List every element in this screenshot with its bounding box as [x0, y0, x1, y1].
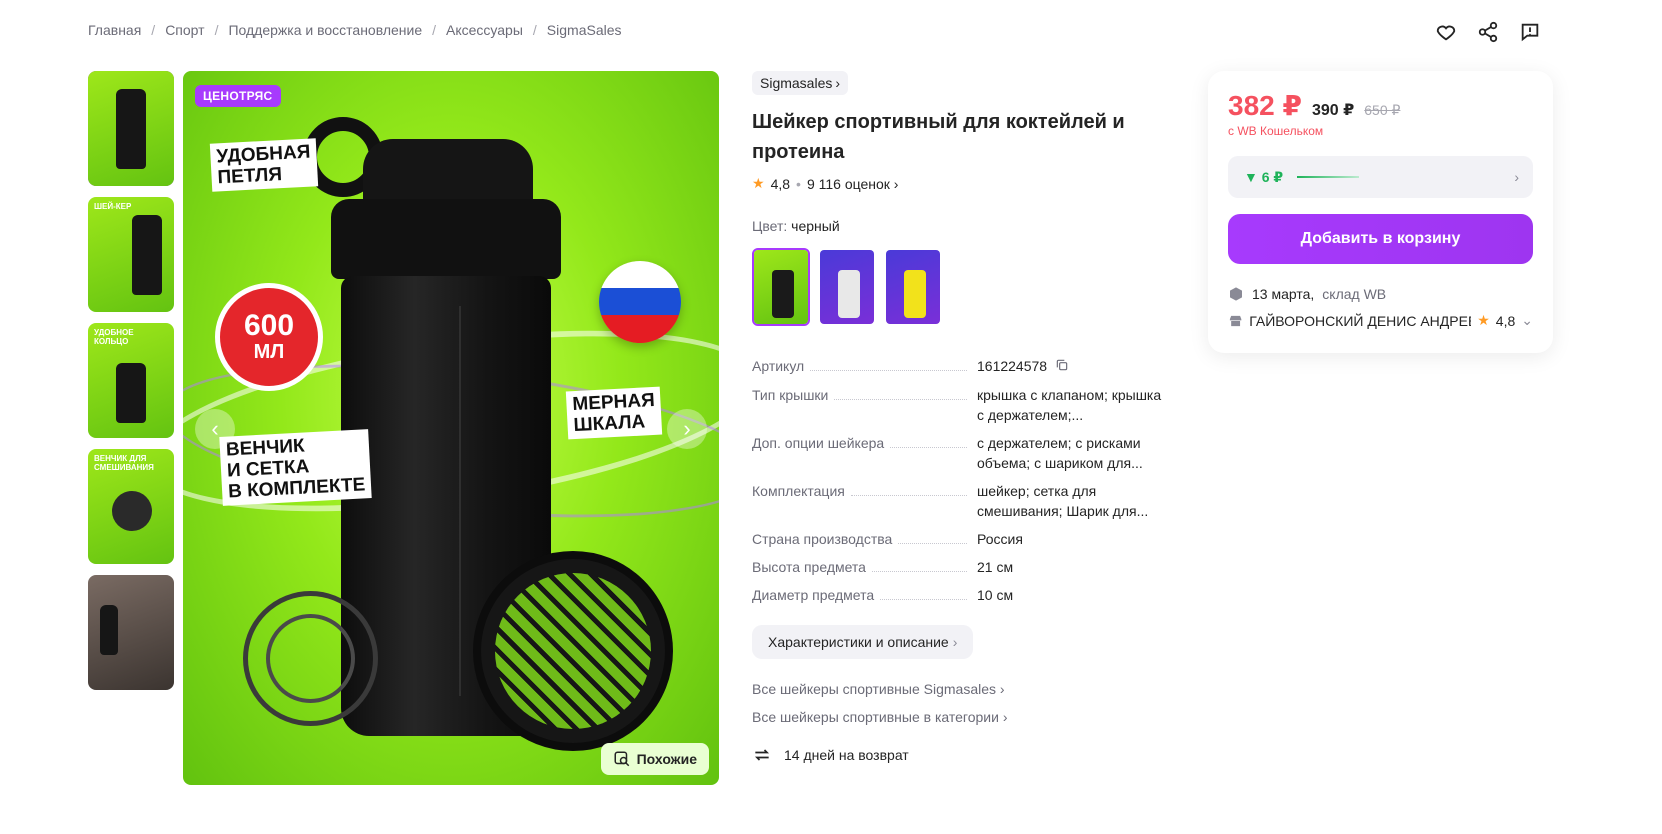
share-icon[interactable]: [1476, 20, 1500, 44]
price-card: 382 ₽ 390 ₽ 650 ₽ с WB Кошельком ▼ 6 ₽ ›…: [1208, 71, 1553, 353]
thumbnail[interactable]: ШЕЙ-КЕР: [88, 197, 174, 312]
similar-button[interactable]: Похожие: [600, 743, 709, 775]
breadcrumb-item-accessories[interactable]: Аксессуары: [446, 22, 523, 38]
box-icon: [1230, 287, 1242, 301]
wallet-note: с WB Кошельком: [1228, 124, 1324, 138]
volume-badge: 600 МЛ: [215, 283, 323, 391]
product-info: Sigmasales › Шейкер спортивный для коктей…: [752, 71, 1172, 765]
thumbnail[interactable]: УДОБНОЕ КОЛЬЦО: [88, 323, 174, 438]
chevron-right-icon: ›: [952, 634, 958, 651]
brand-all-link[interactable]: Все шейкеры спортивные Sigmasales ›: [752, 681, 1172, 697]
rating-row: ★ 4,8 • 9 116 оценок ›: [752, 175, 899, 192]
return-arrows-icon: [754, 749, 770, 761]
copy-icon[interactable]: [1055, 357, 1069, 377]
chevron-right-icon: ›: [1514, 169, 1519, 185]
spec-row: Страна производства Россия: [752, 529, 1023, 550]
article-number: 161224578: [977, 358, 1048, 374]
spec-row: Артикул 161224578: [752, 356, 1172, 377]
thumbnail-list: ШЕЙ-КЕР УДОБНОЕ КОЛЬЦО ВЕНЧИК ДЛЯ СМЕШИВ…: [88, 71, 174, 690]
breadcrumb-separator: /: [432, 22, 437, 38]
star-icon: ★: [752, 175, 765, 191]
spec-row: Диаметр предмета 10 см: [752, 585, 1014, 606]
thumbnail[interactable]: [88, 71, 174, 186]
reviews-link[interactable]: 9 116 оценок ›: [807, 176, 899, 192]
spec-row: Тип крышки крышка с клапаном; крышка с д…: [752, 385, 1162, 424]
report-icon[interactable]: [1518, 20, 1542, 44]
main-product-image[interactable]: ЦЕНОТРЯС УДОБНАЯ ПЕТЛЯ 600 МЛ МЕРНАЯ ШКА…: [183, 71, 719, 785]
spec-row: Комплектация шейкер; сетка для смешивани…: [752, 481, 1149, 520]
thumbnail[interactable]: ВЕНЧИК ДЛЯ СМЕШИВАНИЯ: [88, 449, 174, 564]
breadcrumb-item-brand[interactable]: SigmaSales: [547, 22, 622, 38]
spec-row: Высота предмета 21 см: [752, 557, 1014, 578]
star-icon: ★: [1477, 312, 1490, 328]
category-all-link[interactable]: Все шейкеры спортивные в категории ›: [752, 709, 1172, 725]
breadcrumb-separator: /: [151, 22, 156, 38]
next-image-button[interactable]: ›: [667, 409, 707, 449]
promo-badge: ЦЕНОТРЯС: [195, 85, 281, 107]
similar-search-icon: [614, 751, 629, 767]
top-actions: [1434, 20, 1542, 44]
product-title: Шейкер спортивный для коктейлей и протеи…: [752, 111, 1125, 163]
breadcrumb-separator: /: [214, 22, 219, 38]
spec-row: Доп. опции шейкера с держателем; с риска…: [752, 433, 1143, 472]
label-loop: УДОБНАЯ ПЕТЛЯ: [209, 138, 319, 192]
wallet-price: 382 ₽: [1228, 90, 1302, 121]
chevron-down-icon: ⌄: [1521, 312, 1533, 328]
brand-link[interactable]: Sigmasales ›: [752, 71, 849, 95]
seller-info[interactable]: ГАЙВОРОНСКИЙ ДЕНИС АНДРЕЕВИЧ ★ 4,8 ⌄: [1228, 312, 1533, 329]
seller-name: ГАЙВОРОНСКИЙ ДЕНИС АНДРЕЕВИЧ: [1249, 312, 1471, 329]
returns-info: 14 дней на возврат: [752, 745, 1172, 765]
store-icon: [1229, 315, 1242, 326]
chevron-right-icon: ›: [835, 75, 841, 91]
delivery-info: 13 марта, склад WB: [1228, 286, 1533, 302]
russia-flag-icon: [599, 261, 681, 343]
variant-yellow[interactable]: [884, 248, 942, 326]
add-to-cart-button[interactable]: Добавить в корзину: [1228, 214, 1533, 264]
favorite-icon[interactable]: [1434, 20, 1458, 44]
breadcrumb-item-sport[interactable]: Спорт: [165, 22, 204, 38]
label-scale: МЕРНАЯ ШКАЛА: [565, 386, 663, 440]
cashback-value: ▼ 6 ₽: [1244, 168, 1284, 185]
mixing-grid: [473, 551, 673, 751]
thumbnail[interactable]: [88, 575, 174, 690]
specs-description-button[interactable]: Характеристики и описание ›: [752, 625, 974, 660]
cashback-row[interactable]: ▼ 6 ₽ ›: [1228, 156, 1533, 198]
color-label: Цвет: черный: [752, 218, 840, 234]
breadcrumb-item-support[interactable]: Поддержка и восстановление: [228, 22, 422, 38]
seller-rating: 4,8: [1495, 312, 1516, 329]
spec-table: Артикул 161224578 Тип крышки крышка с кл…: [752, 356, 1172, 606]
breadcrumb: Главная / Спорт / Поддержка и восстановл…: [88, 22, 622, 38]
regular-price: 390 ₽: [1311, 102, 1355, 119]
label-whisk: ВЕНЧИК И СЕТКА В КОМПЛЕКТЕ: [219, 429, 372, 506]
breadcrumb-separator: /: [532, 22, 537, 38]
related-links: Все шейкеры спортивные Sigmasales › Все …: [752, 681, 1172, 725]
variant-black[interactable]: [752, 248, 810, 326]
color-variants: [752, 248, 1172, 326]
whisk-ball: [243, 591, 378, 726]
breadcrumb-item-home[interactable]: Главная: [88, 22, 141, 38]
rating-value: 4,8: [770, 175, 791, 192]
price-row: 382 ₽ 390 ₽ 650 ₽: [1228, 89, 1533, 122]
prev-image-button[interactable]: ‹: [195, 409, 235, 449]
variant-white[interactable]: [818, 248, 876, 326]
old-price: 650 ₽: [1364, 102, 1401, 118]
